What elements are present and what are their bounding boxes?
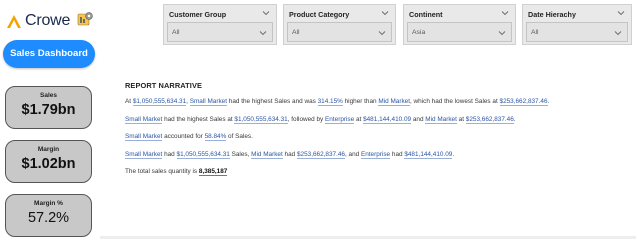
narrative-text: higher than <box>342 98 379 105</box>
product-category-select[interactable]: All <box>287 22 392 42</box>
narrative-line-4: Small Market had $1,050,555,634.31 Sales… <box>125 151 455 159</box>
product-category-value: All <box>292 29 300 36</box>
continent-select[interactable]: Asia <box>407 22 512 42</box>
narrative-value[interactable]: Mid Market <box>378 98 410 106</box>
report-settings-icon[interactable] <box>77 11 93 27</box>
brand-name: Crowe <box>25 12 71 29</box>
chevron-down-icon[interactable] <box>617 9 625 17</box>
narrative-value[interactable]: Enterprise <box>325 116 355 124</box>
kpi-sales-value: $1.79bn <box>21 102 76 118</box>
crowe-logo-icon <box>7 15 21 28</box>
narrative-text: at <box>354 116 364 123</box>
kpi-card-sales: Sales $1.79bn <box>5 86 92 129</box>
narrative-text: and <box>411 116 426 123</box>
kpi-card-margin: Margin $1.02bn <box>5 140 92 183</box>
report-narrative-title: REPORT NARRATIVE <box>125 81 203 90</box>
filter-continent-title: Continent <box>409 10 443 19</box>
kpi-margin-percent-label: Margin % <box>34 200 63 207</box>
narrative-value[interactable]: $1,050,555,634.31 <box>234 116 288 124</box>
chevron-down-icon[interactable] <box>614 29 622 37</box>
narrative-line-3: Small Market accounted for 58.84% of Sal… <box>125 133 253 141</box>
narrative-text: Sales, <box>229 151 252 158</box>
chevron-down-icon[interactable] <box>381 9 389 17</box>
narrative-value[interactable]: $1,050,555,634.31 <box>176 151 230 159</box>
narrative-text: of Sales. <box>226 133 253 140</box>
narrative-text: had <box>162 151 177 158</box>
filter-product-category[interactable]: Product Category All <box>283 4 396 45</box>
chevron-down-icon[interactable] <box>501 9 509 17</box>
narrative-line-5: The total sales quantity is 8,385,187 <box>125 168 228 176</box>
narrative-value[interactable]: Small Market <box>189 98 227 106</box>
narrative-text: accounted for <box>162 133 205 140</box>
filter-date-hierarchy[interactable]: Date Hierachy All <box>522 4 632 45</box>
narrative-value[interactable]: $481,144,410.09 <box>404 151 453 159</box>
filter-date-hierarchy-title: Date Hierachy <box>528 10 576 19</box>
narrative-value[interactable]: $1,050,555,634.31 <box>132 98 187 106</box>
sales-dashboard-button[interactable]: Sales Dashboard <box>3 40 95 68</box>
narrative-text: . <box>452 151 455 158</box>
narrative-value[interactable]: Mid Market <box>251 151 283 159</box>
narrative-value[interactable]: Small Market <box>125 151 163 159</box>
date-hierarchy-value: All <box>531 29 539 36</box>
chevron-down-icon[interactable] <box>378 29 386 37</box>
narrative-text: had the highest Sales and was <box>227 98 318 105</box>
kpi-margin-percent-value: 57.2% <box>27 210 70 226</box>
customer-group-select[interactable]: All <box>167 22 273 42</box>
crowe-logo: Crowe <box>5 11 70 31</box>
narrative-value[interactable]: Enterprise <box>360 151 391 159</box>
customer-group-value: All <box>172 29 180 36</box>
filter-continent[interactable]: Continent Asia <box>403 4 516 45</box>
kpi-sales-label: Sales <box>40 92 57 99</box>
narrative-value[interactable]: Small Market <box>125 116 163 124</box>
narrative-value[interactable]: $253,662,837.46 <box>296 151 345 159</box>
narrative-line-2: Small Market had the highest Sales at $1… <box>125 116 516 124</box>
narrative-text: , which had the lowest Sales at <box>409 98 500 105</box>
narrative-text: had <box>390 151 405 158</box>
narrative-value[interactable]: Mid Market <box>425 116 457 124</box>
narrative-value[interactable]: $481,144,410.09 <box>363 116 412 124</box>
narrative-text: had <box>282 151 297 158</box>
narrative-value[interactable]: Small Market <box>125 133 163 141</box>
total-sales-quantity[interactable]: 8,385,187 <box>198 168 228 176</box>
narrative-value[interactable]: $253,662,837.46 <box>465 116 514 124</box>
narrative-text: The total sales quantity is <box>125 168 199 175</box>
horizontal-scrollbar[interactable] <box>100 236 636 239</box>
narrative-text: , and <box>344 151 361 158</box>
narrative-text: , followed by <box>287 116 326 123</box>
chevron-down-icon[interactable] <box>262 9 270 17</box>
narrative-text: At <box>125 98 133 105</box>
filter-customer-group-title: Customer Group <box>169 10 227 19</box>
continent-value: Asia <box>412 29 426 36</box>
kpi-card-margin-percent: Margin % 57.2% <box>5 194 92 237</box>
narrative-text: . <box>547 98 550 105</box>
kpi-margin-label: Margin <box>37 146 60 153</box>
narrative-value[interactable]: $253,662,837.46 <box>499 98 548 106</box>
narrative-text: . <box>513 116 516 123</box>
narrative-value[interactable]: 58.84% <box>204 133 227 141</box>
date-hierarchy-select[interactable]: All <box>526 22 628 42</box>
kpi-margin-value: $1.02bn <box>21 156 76 172</box>
narrative-text: had the highest Sales at <box>162 116 235 123</box>
chevron-down-icon[interactable] <box>498 29 506 37</box>
filter-customer-group[interactable]: Customer Group All <box>163 4 277 45</box>
narrative-value[interactable]: 314.15% <box>317 98 343 106</box>
narrative-text: at <box>456 116 466 123</box>
narrative-line-1: At $1,050,555,634.31, Small Market had t… <box>125 98 550 106</box>
chevron-down-icon[interactable] <box>259 29 267 37</box>
filter-product-category-title: Product Category <box>289 10 350 19</box>
